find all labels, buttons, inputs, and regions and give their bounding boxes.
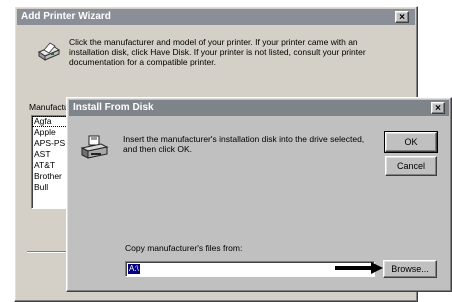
wizard-close-button[interactable]: × [395,11,409,23]
wizard-instructions: Click the manufacturer and model of your… [69,37,366,67]
wizard-title: Add Printer Wizard [21,11,111,22]
dialog-instructions: Insert the manufacturer's installation d… [123,134,365,154]
dialog-title-bar[interactable]: Install From Disk [69,100,449,116]
manufacturers-label: Manufacturers: [29,102,67,112]
copy-files-label: Copy manufacturer's files from: [125,243,243,253]
floppy-drive-icon [79,134,109,162]
install-from-disk-dialog: Install From Disk × Insert the manufactu… [66,97,452,292]
divider [27,251,67,253]
printer-icon [35,40,61,66]
cancel-button[interactable]: Cancel [385,156,437,176]
dialog-close-button[interactable]: × [431,102,445,114]
arrow-icon [335,262,383,276]
close-icon: × [399,12,405,23]
browse-button[interactable]: Browse... [383,260,437,278]
ok-button[interactable]: OK [384,131,438,153]
dialog-title: Install From Disk [73,102,154,113]
copy-files-value: A:\ [128,264,140,274]
close-icon: × [435,103,441,114]
wizard-title-bar[interactable]: Add Printer Wizard [17,9,415,25]
